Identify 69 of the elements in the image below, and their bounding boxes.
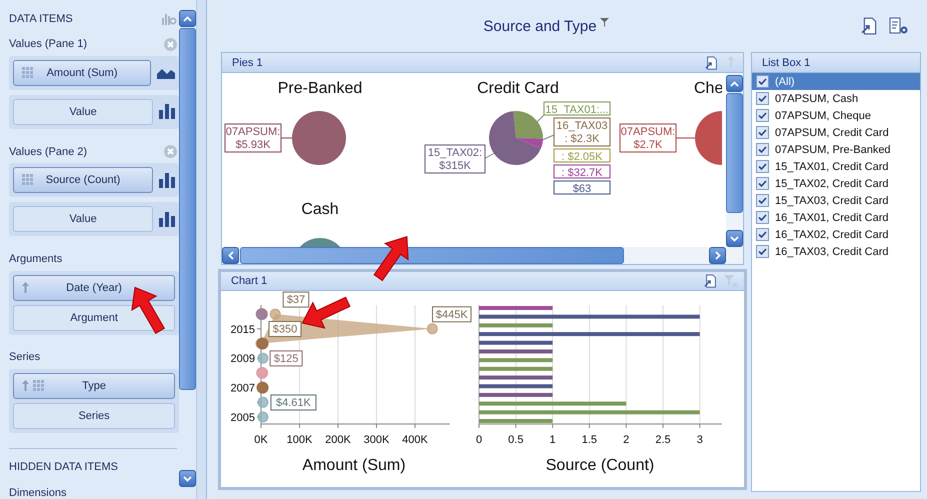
pie-title: Pre-Banked (278, 80, 362, 97)
section-title: Values (Pane 2) (9, 146, 88, 158)
data-item-button[interactable]: Source (Count) (13, 167, 154, 194)
axis-label: 200K (325, 434, 351, 446)
placeholder-slot[interactable]: Series (13, 403, 176, 430)
annotation: $125 (274, 352, 298, 365)
axis-label: 2009 (230, 353, 255, 366)
list-item[interactable]: 07APSUM, Cheque (752, 107, 920, 124)
list-item[interactable]: 16_TAX01, Credit Card (752, 209, 920, 226)
section-header: HIDDEN DATA ITEMS (9, 461, 119, 473)
axis-label: 2 (623, 434, 630, 446)
axis-title: Source (Count) (546, 457, 654, 474)
annotation: $350 (272, 324, 298, 336)
axis-label: 1.5 (582, 434, 598, 446)
data-label: $4.61K (270, 394, 316, 410)
section-title: Arguments (9, 252, 62, 265)
data-label: : $2.05K (554, 148, 610, 163)
data-item-button[interactable]: Amount (Sum) (13, 60, 152, 86)
list-item[interactable]: 15_TAX03, Credit Card (752, 192, 920, 209)
list-item[interactable]: 16_TAX03, Credit Card (752, 243, 920, 260)
data-item-button[interactable]: Date (Year) (13, 274, 176, 301)
data-label: $445K (432, 306, 472, 322)
section-title: Values (Pane 1) (9, 38, 88, 50)
pie-title: Cash (301, 201, 339, 218)
data-label: $63 (554, 180, 610, 195)
axis-label: 0.5 (508, 434, 524, 446)
section-header: DATA ITEMS (9, 12, 73, 25)
placeholder-slot[interactable]: Argument (13, 304, 176, 331)
data-item-button[interactable]: Type (13, 373, 176, 400)
list-item[interactable]: 07APSUM, Cash (752, 90, 920, 107)
data-label: 07APSUM: $2.7K (620, 124, 676, 152)
data-label: : $32.7K (554, 164, 610, 179)
axis-label: 2005 (230, 412, 255, 424)
axis-label: 300K (364, 434, 390, 446)
list-item[interactable]: 07APSUM, Pre-Banked (752, 141, 920, 158)
panel-title: Chart 1 (231, 275, 268, 287)
annotation: $4.61K (276, 397, 312, 409)
annotation: $37 (286, 294, 306, 306)
section-title: Dimensions (9, 487, 68, 499)
axis-title: Amount (Sum) (302, 457, 406, 474)
data-label: $350 (268, 321, 302, 337)
list-item[interactable]: 15_TAX02, Credit Card (752, 175, 920, 192)
axis-label: 2007 (230, 382, 255, 395)
data-label: $125 (270, 350, 303, 366)
annotation: $445K (436, 308, 468, 321)
axis-label: 0K (254, 434, 268, 446)
list-item[interactable]: 15_TAX01, Credit Card (752, 158, 920, 175)
axis-label: 1 (550, 434, 556, 446)
section-title: Series (9, 351, 40, 364)
list-item[interactable]: (All) (752, 73, 920, 90)
axis-label: 2.5 (655, 434, 671, 446)
axis-label: 100K (286, 434, 312, 446)
placeholder-slot[interactable]: Value (13, 98, 154, 125)
axis-label: 3 (696, 434, 703, 446)
dashboard-title: Source and Type (483, 18, 597, 34)
data-label: $37 (282, 292, 310, 308)
data-label: 15_TAX02: $315K (424, 144, 486, 174)
placeholder-slot[interactable]: Value (13, 206, 154, 232)
axis-label: 0 (476, 434, 482, 446)
data-label: 07APSUM: $5.93K (224, 124, 282, 152)
panel-title: Pies 1 (232, 56, 263, 68)
data-label: 16_TAX03 : $2.3K (554, 118, 610, 146)
axis-label: 400K (402, 434, 428, 446)
list-item[interactable]: 16_TAX02, Credit Card (752, 226, 920, 243)
panel-title: List Box 1 (762, 56, 810, 68)
list-item[interactable]: 07APSUM, Credit Card (752, 124, 920, 141)
pie-title: Credit Card (477, 80, 559, 97)
data-label: 15_TAX01:... (544, 102, 610, 116)
axis-label: 2015 (230, 324, 255, 336)
